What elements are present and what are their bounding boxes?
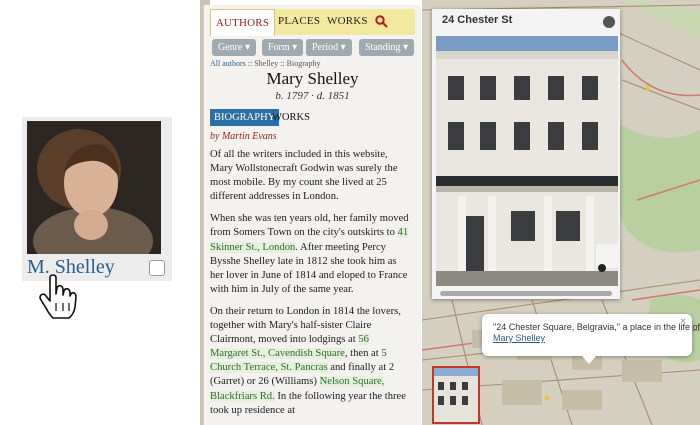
author-card[interactable]: M. Shelley: [22, 117, 172, 281]
filter-genre-button[interactable]: Genre ▾: [212, 39, 256, 56]
author-dates: b. 1797 · d. 1851: [275, 90, 350, 102]
tab-biography[interactable]: BIOGRAPHY: [210, 109, 280, 126]
breadcrumb-all-authors[interactable]: All authors: [210, 59, 246, 68]
author-portrait: [27, 121, 161, 254]
bio-paragraph: When she was ten years old, her family m…: [210, 213, 409, 295]
map-popup: × "24 Chester Square, Belgravia," a plac…: [482, 314, 700, 364]
place-thumbnail[interactable]: [432, 366, 480, 424]
place-photo: [436, 36, 618, 286]
tab-places[interactable]: PLACES: [278, 15, 320, 27]
popup-text: "24 Chester Square, Belgravia," a place …: [493, 322, 700, 332]
filter-standing-button[interactable]: Standing ▾: [359, 39, 415, 56]
select-checkbox[interactable]: [149, 260, 165, 276]
hand-cursor-icon: [39, 274, 77, 319]
filter-period-button[interactable]: Period ▾: [306, 39, 352, 56]
top-nav: AUTHORS PLACES WORKS: [210, 9, 415, 36]
tab-author-works[interactable]: WORKS: [272, 109, 310, 126]
photo-title: 24 Chester St: [442, 14, 513, 26]
breadcrumb: All authors :: Shelley :: Biography: [210, 59, 321, 68]
close-icon[interactable]: [603, 16, 615, 28]
popup-author-link[interactable]: Mary Shelley: [493, 333, 545, 343]
filter-bar: Genre ▾ Form ▾ Period ▾ Standing ▾: [212, 39, 421, 57]
search-icon[interactable]: [375, 15, 388, 28]
bio-paragraph: Of all the writers included in this webs…: [210, 149, 398, 203]
bio-paragraph: On their return to London in 1814 the lo…: [210, 305, 406, 416]
author-name: Mary Shelley: [266, 69, 359, 88]
tab-authors[interactable]: AUTHORS: [210, 9, 275, 36]
place-photo-card: 24 Chester St: [432, 9, 620, 299]
biography-text: Of all the writers included in this webs…: [210, 148, 410, 425]
byline: by Martin Evans: [210, 131, 277, 142]
tab-works[interactable]: WORKS: [327, 15, 368, 27]
filter-form-button[interactable]: Form ▾: [262, 39, 304, 56]
photo-scrollbar[interactable]: [440, 291, 612, 296]
author-panel: AUTHORS PLACES WORKS Genre ▾ Form ▾ Peri…: [203, 5, 421, 425]
